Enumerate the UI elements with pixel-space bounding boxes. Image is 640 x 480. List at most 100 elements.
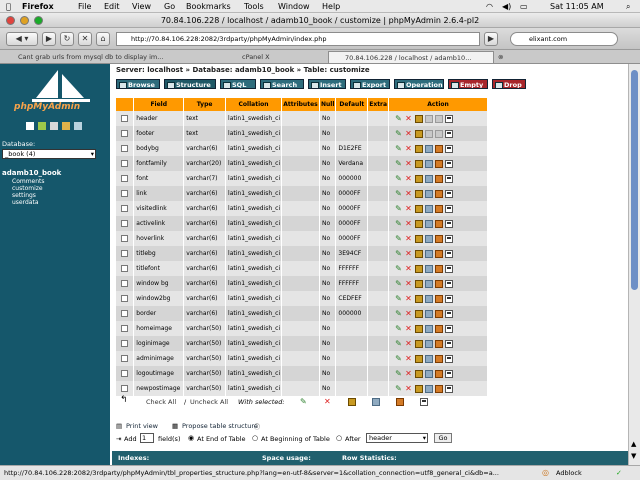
tab-insert[interactable]: Insert xyxy=(308,79,346,89)
drop-selected-icon[interactable]: ✕ xyxy=(324,398,332,406)
change-icon[interactable]: ✎ xyxy=(395,204,403,213)
menu-tools[interactable]: Tools xyxy=(244,0,264,13)
spotlight-icon[interactable]: ⌕ xyxy=(626,0,630,13)
index-icon[interactable] xyxy=(435,369,444,378)
drop-icon[interactable]: ✕ xyxy=(405,129,413,138)
app-menu[interactable]: Firefox xyxy=(22,0,54,13)
add-count-input[interactable]: 1 xyxy=(140,433,154,443)
radio-after[interactable]: ○ xyxy=(336,434,342,442)
fulltext-icon[interactable] xyxy=(445,384,454,393)
help-icon[interactable]: ⓘ xyxy=(254,422,260,431)
change-icon[interactable]: ✎ xyxy=(395,234,403,243)
row-checkbox[interactable] xyxy=(116,321,135,336)
unique-icon[interactable] xyxy=(425,324,434,333)
row-checkbox[interactable] xyxy=(116,186,135,201)
drop-icon[interactable]: ✕ xyxy=(405,219,413,228)
change-icon[interactable]: ✎ xyxy=(395,129,403,138)
row-checkbox-icon[interactable] xyxy=(121,235,128,242)
fulltext-icon[interactable] xyxy=(445,279,454,288)
fulltext-icon[interactable] xyxy=(445,369,454,378)
unique-icon[interactable] xyxy=(425,129,434,138)
fulltext-icon[interactable] xyxy=(445,174,454,183)
uncheck-all-link[interactable]: Uncheck All xyxy=(190,398,228,406)
tab-empty[interactable]: Empty xyxy=(448,79,488,89)
unique-icon[interactable] xyxy=(425,339,434,348)
change-icon[interactable]: ✎ xyxy=(395,339,403,348)
home-button[interactable]: ⌂ xyxy=(96,32,110,46)
go-button[interactable]: Go xyxy=(434,433,452,443)
unique-icon[interactable] xyxy=(425,189,434,198)
fulltext-icon[interactable] xyxy=(445,159,454,168)
row-checkbox-icon[interactable] xyxy=(121,325,128,332)
fulltext-icon[interactable] xyxy=(445,219,454,228)
primary-key-icon[interactable] xyxy=(415,384,424,393)
scroll-up-icon[interactable]: ▲ xyxy=(631,440,636,448)
row-checkbox-icon[interactable] xyxy=(121,250,128,257)
index-icon[interactable] xyxy=(435,339,444,348)
fulltext-icon[interactable] xyxy=(445,204,454,213)
tab-search[interactable]: Search xyxy=(260,79,304,89)
menu-help[interactable]: Help xyxy=(322,0,340,13)
unique-selected-icon[interactable] xyxy=(372,398,380,406)
fulltext-icon[interactable] xyxy=(445,309,454,318)
change-icon[interactable]: ✎ xyxy=(395,249,403,258)
unique-icon[interactable] xyxy=(425,144,434,153)
index-icon[interactable] xyxy=(435,354,444,363)
tab-phpmyadmin[interactable]: 70.84.106.228 / localhost / adamb10... xyxy=(328,51,494,63)
row-checkbox[interactable] xyxy=(116,126,135,141)
forward-button[interactable]: ▶ xyxy=(42,32,56,46)
change-icon[interactable]: ✎ xyxy=(395,189,403,198)
fulltext-icon[interactable] xyxy=(445,249,454,258)
primary-key-icon[interactable] xyxy=(415,369,424,378)
fulltext-icon[interactable] xyxy=(445,189,454,198)
docs-icon[interactable] xyxy=(62,122,70,130)
primary-key-icon[interactable] xyxy=(415,189,424,198)
primary-key-icon[interactable] xyxy=(415,129,424,138)
row-checkbox[interactable] xyxy=(116,216,135,231)
tab-structure[interactable]: Structure xyxy=(164,79,216,89)
change-selected-icon[interactable]: ✎ xyxy=(300,398,308,406)
volume-icon[interactable]: ◀) xyxy=(502,0,511,13)
primary-selected-icon[interactable] xyxy=(348,398,356,406)
fulltext-icon[interactable] xyxy=(445,324,454,333)
unique-icon[interactable] xyxy=(425,204,434,213)
reload-button[interactable]: ↻ xyxy=(60,32,74,46)
close-tab-icon[interactable]: ⊗ xyxy=(498,51,512,63)
row-checkbox[interactable] xyxy=(116,261,135,276)
primary-key-icon[interactable] xyxy=(415,159,424,168)
fulltext-icon[interactable] xyxy=(445,294,454,303)
fulltext-icon[interactable] xyxy=(445,129,454,138)
change-icon[interactable]: ✎ xyxy=(395,114,403,123)
row-checkbox[interactable] xyxy=(116,171,135,186)
index-icon[interactable] xyxy=(435,294,444,303)
query-window-icon[interactable] xyxy=(38,122,46,130)
scrollbar-thumb[interactable] xyxy=(631,70,638,290)
row-checkbox[interactable] xyxy=(116,336,135,351)
sidebar-table-customize[interactable]: customize xyxy=(12,185,43,192)
drop-icon[interactable]: ✕ xyxy=(405,354,413,363)
fulltext-selected-icon[interactable] xyxy=(420,398,428,406)
drop-icon[interactable]: ✕ xyxy=(405,264,413,273)
index-icon[interactable] xyxy=(435,159,444,168)
index-selected-icon[interactable] xyxy=(396,398,404,406)
index-icon[interactable] xyxy=(435,174,444,183)
primary-key-icon[interactable] xyxy=(415,264,424,273)
primary-key-icon[interactable] xyxy=(415,354,424,363)
row-checkbox-icon[interactable] xyxy=(121,280,128,287)
row-checkbox[interactable] xyxy=(116,351,135,366)
apple-menu-icon[interactable]:  xyxy=(6,0,11,13)
row-checkbox[interactable] xyxy=(116,141,135,156)
primary-key-icon[interactable] xyxy=(415,114,424,123)
change-icon[interactable]: ✎ xyxy=(395,279,403,288)
change-icon[interactable]: ✎ xyxy=(395,384,403,393)
primary-key-icon[interactable] xyxy=(415,219,424,228)
primary-key-icon[interactable] xyxy=(415,144,424,153)
index-icon[interactable] xyxy=(435,279,444,288)
drop-icon[interactable]: ✕ xyxy=(405,174,413,183)
unique-icon[interactable] xyxy=(425,219,434,228)
propose-structure-link[interactable]: Propose table structure xyxy=(182,422,258,430)
drop-icon[interactable]: ✕ xyxy=(405,249,413,258)
fulltext-icon[interactable] xyxy=(445,339,454,348)
row-checkbox[interactable] xyxy=(116,291,135,306)
row-checkbox-icon[interactable] xyxy=(121,175,128,182)
